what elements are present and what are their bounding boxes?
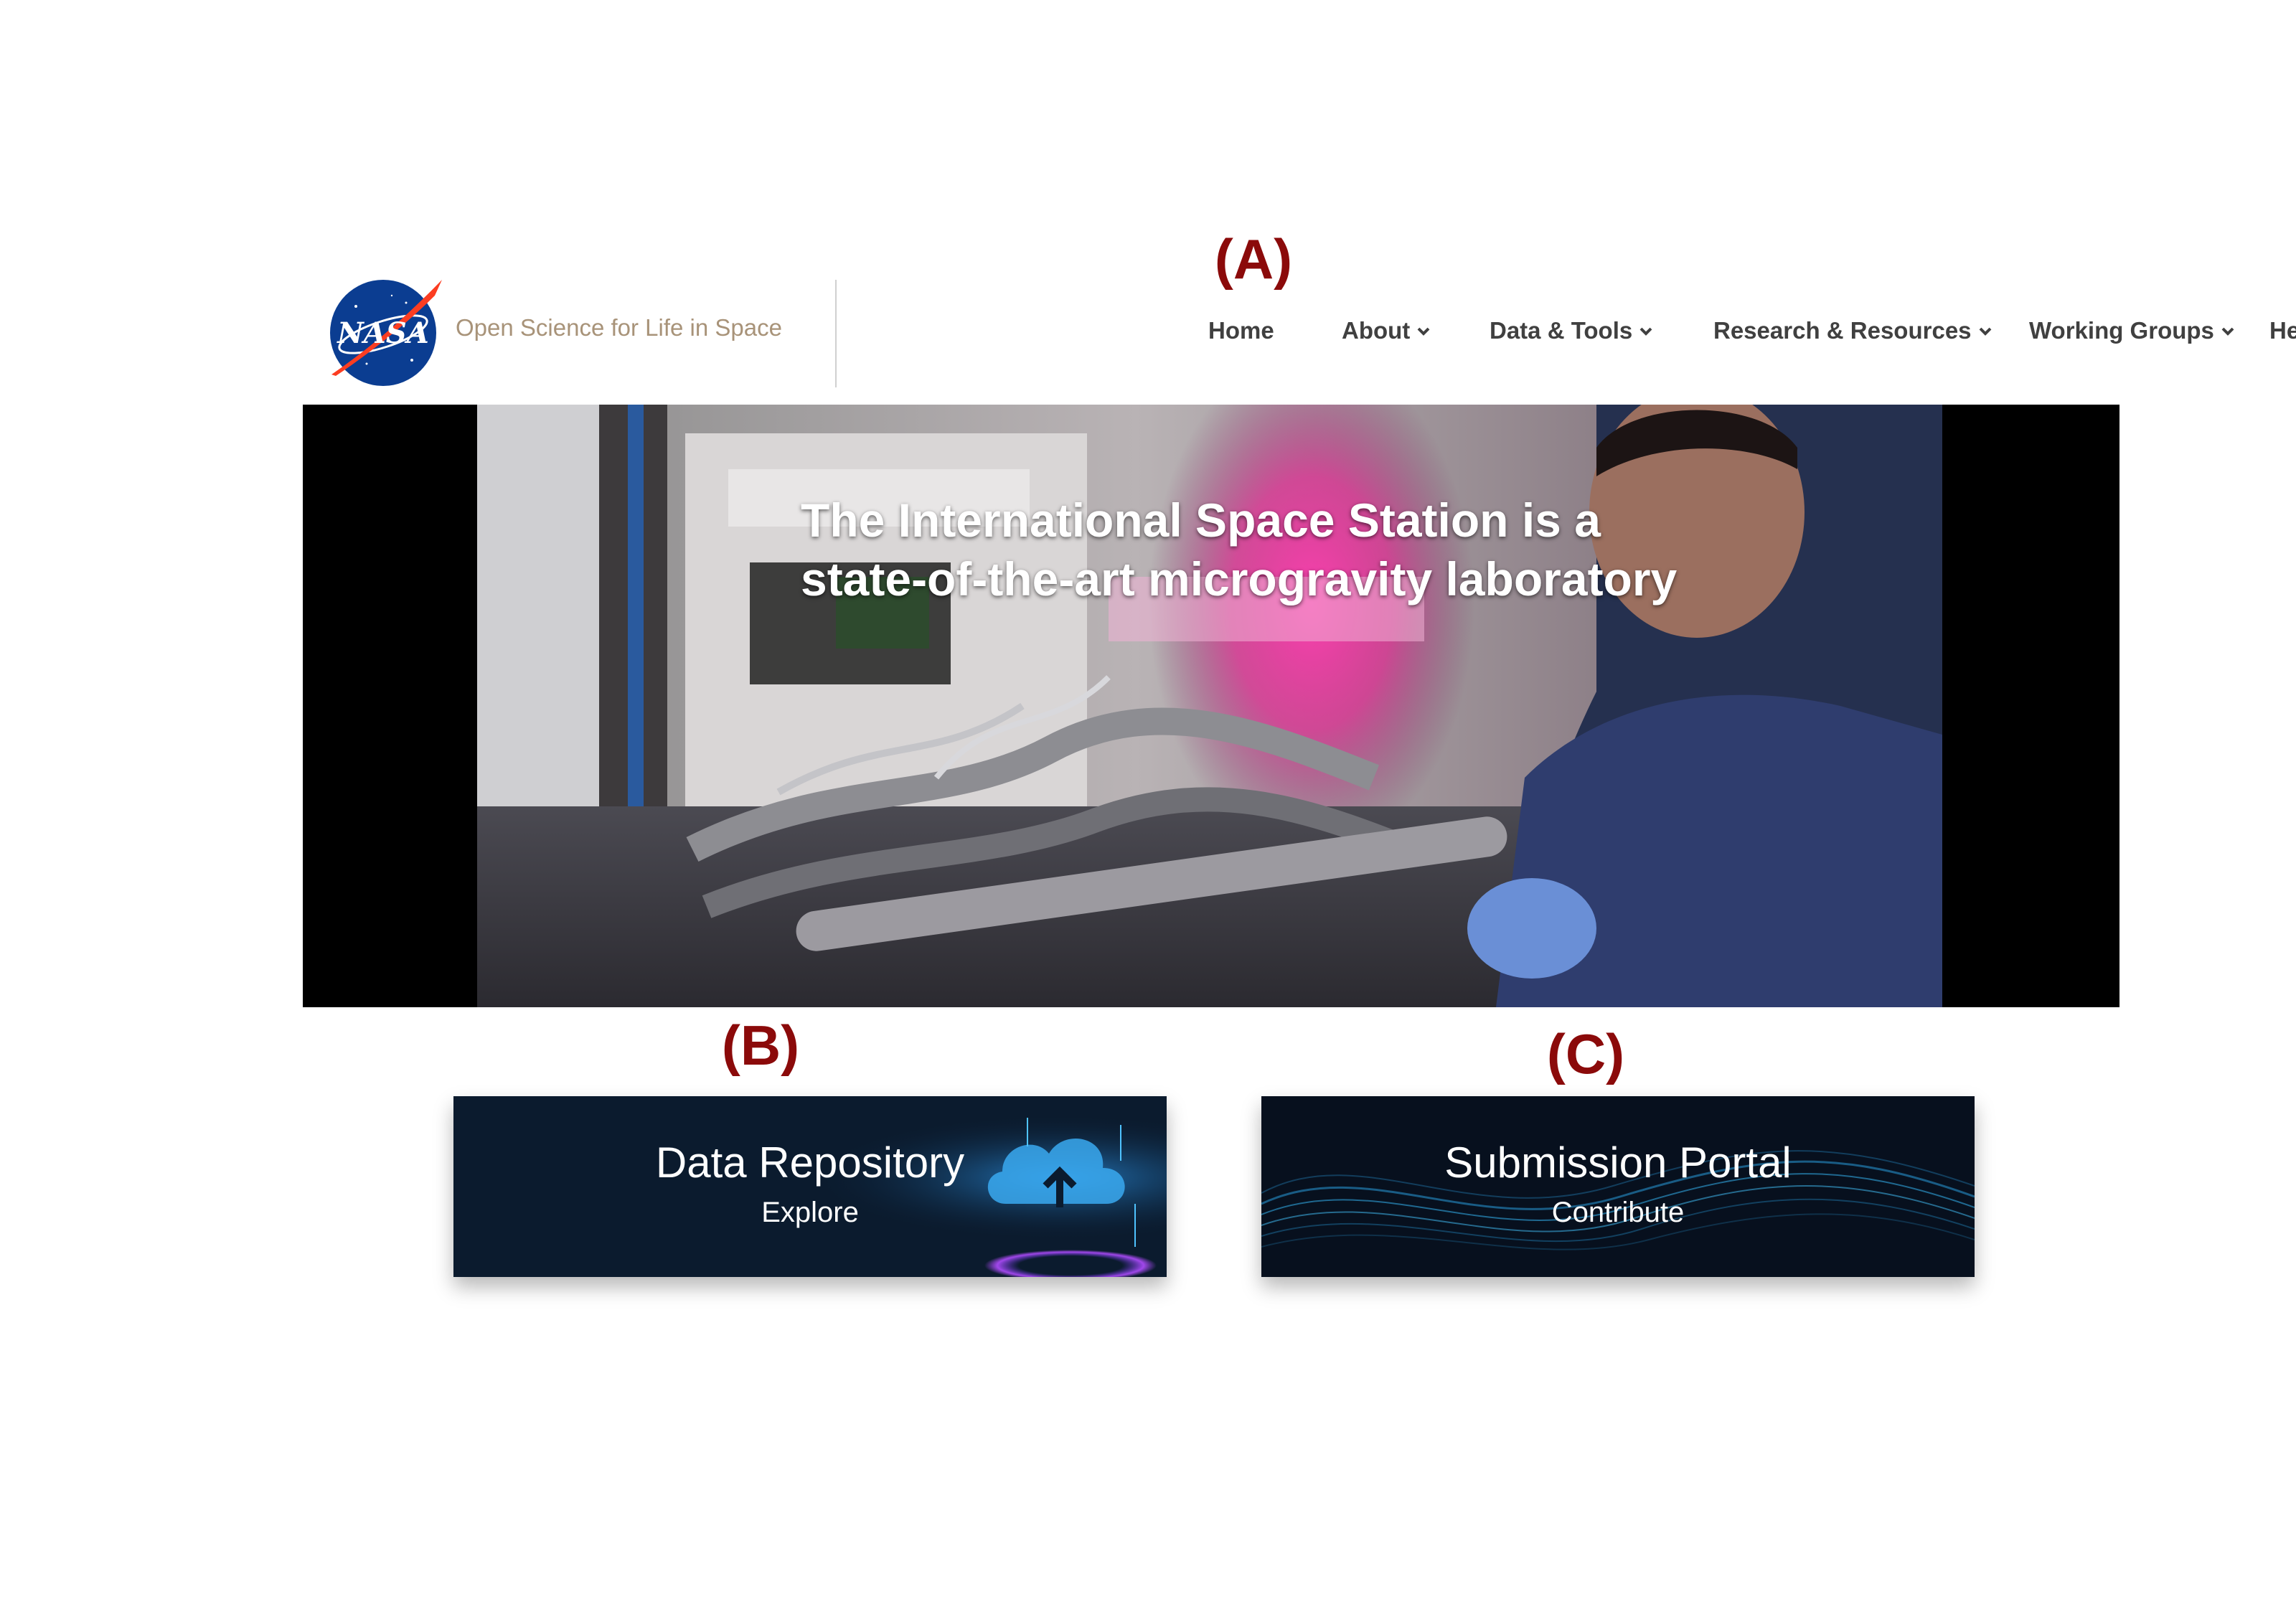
nav-item-working-groups[interactable]: Working Groups <box>2029 317 2236 344</box>
submission-portal-card[interactable]: Submission Portal Contribute <box>1261 1096 1975 1277</box>
svg-text:NASA: NASA <box>336 316 429 350</box>
nav-label: Research & Resources <box>1713 317 1972 344</box>
nav-item-help[interactable]: Help <box>2269 317 2296 344</box>
annotation-label-c: (C) <box>1546 1022 1625 1085</box>
nav-item-about[interactable]: About <box>1342 317 1431 344</box>
nasa-logo[interactable]: NASA <box>327 274 442 389</box>
nav-label: About <box>1342 317 1411 344</box>
chevron-down-icon <box>1639 327 1652 336</box>
nav-item-data-tools[interactable]: Data & Tools <box>1490 317 1654 344</box>
header-divider <box>835 280 837 387</box>
chevron-down-icon <box>1417 327 1430 336</box>
contribute-link[interactable]: Contribute <box>1261 1195 1975 1230</box>
hero-video-frame: The International Space Station is a sta… <box>477 405 1942 1007</box>
data-repository-title: Data Repository <box>655 1139 965 1187</box>
hero-title-line-2: state-of-the-art microgravity laboratory <box>801 552 1678 605</box>
site-header: NASA Open Science for Life in Space Home… <box>301 265 2296 395</box>
data-repository-card[interactable]: Data Repository Explore <box>453 1096 1167 1277</box>
nav-label: Home <box>1208 317 1274 344</box>
site-title[interactable]: Open Science for Life in Space <box>456 314 782 341</box>
annotation-label-b: (B) <box>721 1014 800 1077</box>
hero-video[interactable]: The International Space Station is a sta… <box>303 405 2119 1007</box>
nav-item-home[interactable]: Home <box>1208 317 1274 344</box>
nav-label: Working Groups <box>2029 317 2214 344</box>
nav-item-research-resources[interactable]: Research & Resources <box>1713 317 1993 344</box>
nasa-meatball-icon: NASA <box>330 280 442 386</box>
nav-label: Help <box>2269 317 2296 344</box>
hero-title-line-1: The International Space Station is a <box>801 494 1601 547</box>
hero-title: The International Space Station is a sta… <box>801 491 1733 608</box>
main-nav: Home About Data & Tools Research & Resou… <box>861 317 2296 360</box>
submission-portal-title: Submission Portal <box>1444 1139 1792 1187</box>
chevron-down-icon <box>1979 327 1991 336</box>
nav-label: Data & Tools <box>1490 317 1633 344</box>
chevron-down-icon <box>2221 327 2234 336</box>
explore-link[interactable]: Explore <box>453 1195 1167 1230</box>
